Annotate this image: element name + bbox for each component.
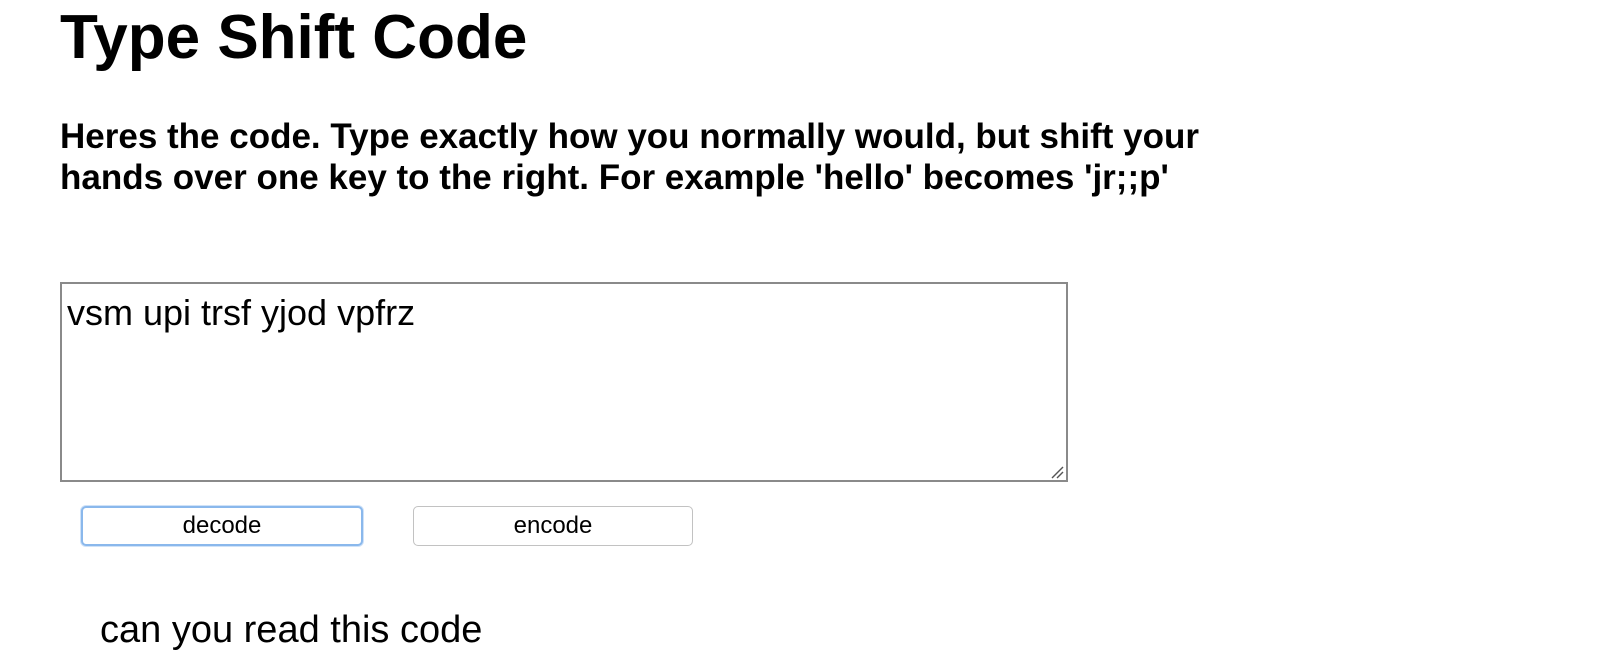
instructions-text: Heres the code. Type exactly how you nor… (60, 117, 1200, 197)
decoded-output: can you read this code (100, 609, 483, 651)
code-textarea[interactable] (60, 282, 1068, 482)
page-title: Type Shift Code (60, 3, 528, 72)
encode-button[interactable]: encode (413, 506, 693, 546)
resize-grip-icon[interactable] (1050, 465, 1064, 479)
page: Type Shift Code Heres the code. Type exa… (0, 0, 1620, 666)
decode-button[interactable]: decode (81, 506, 363, 546)
